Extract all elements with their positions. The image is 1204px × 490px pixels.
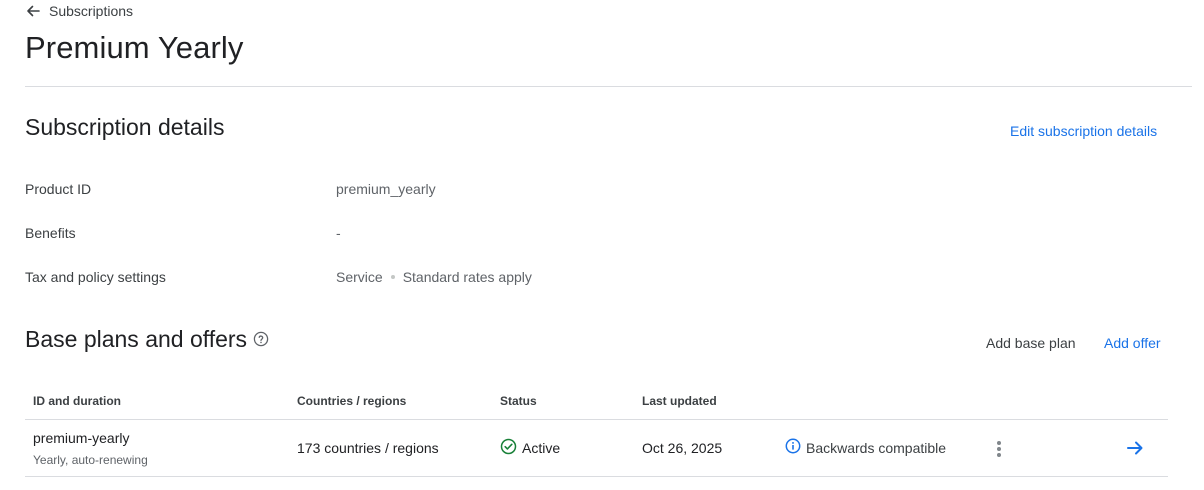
arrow-right-icon[interactable]: [1124, 437, 1146, 464]
benefits-text: -: [336, 225, 341, 241]
plan-last-updated: Oct 26, 2025: [642, 440, 723, 456]
edit-subscription-details-link[interactable]: Edit subscription details: [1010, 123, 1157, 139]
plan-status-label: Active: [522, 440, 561, 456]
plan-compatibility: Backwards compatible: [785, 438, 946, 457]
check-circle-icon: [500, 438, 517, 458]
page-title: Premium Yearly: [25, 30, 244, 65]
column-header-status: Status: [500, 394, 537, 408]
column-header-id-duration: ID and duration: [33, 394, 121, 408]
tax-rates-text: Standard rates apply: [402, 269, 532, 285]
plan-id: premium-yearly: [33, 430, 130, 446]
more-vert-icon[interactable]: [992, 439, 1006, 461]
column-header-countries: Countries / regions: [297, 394, 407, 408]
product-id-label: Product ID: [25, 181, 92, 197]
add-base-plan-button[interactable]: Add base plan: [986, 335, 1076, 351]
product-id-value: premium_yearly: [336, 181, 436, 197]
product-id-text: premium_yearly: [336, 181, 436, 197]
arrow-left-icon: [25, 3, 41, 19]
subscription-details-heading: Subscription details: [25, 114, 225, 140]
benefits-label: Benefits: [25, 225, 76, 241]
add-offer-button[interactable]: Add offer: [1104, 335, 1161, 351]
help-circle-icon[interactable]: [253, 326, 269, 353]
benefits-value: -: [336, 225, 341, 241]
tax-policy-label: Tax and policy settings: [25, 269, 166, 285]
tax-policy-value: Service Standard rates apply: [336, 269, 532, 285]
back-to-subscriptions-link[interactable]: Subscriptions: [25, 3, 133, 19]
column-header-last-updated: Last updated: [642, 394, 717, 408]
header-divider: [25, 86, 1192, 87]
table-row-divider: [25, 476, 1168, 477]
table-header-divider: [25, 419, 1168, 420]
plan-countries: 173 countries / regions: [297, 440, 439, 456]
base-plans-heading-text: Base plans and offers: [25, 326, 248, 352]
separator-dot: [390, 275, 395, 279]
plan-duration: Yearly, auto-renewing: [33, 453, 148, 467]
plan-status: Active: [500, 438, 560, 458]
info-icon: [785, 438, 801, 457]
tax-category-text: Service: [336, 269, 383, 285]
back-link-label: Subscriptions: [49, 3, 134, 19]
base-plans-heading: Base plans and offers: [25, 326, 269, 353]
plan-compatibility-label: Backwards compatible: [806, 439, 947, 456]
